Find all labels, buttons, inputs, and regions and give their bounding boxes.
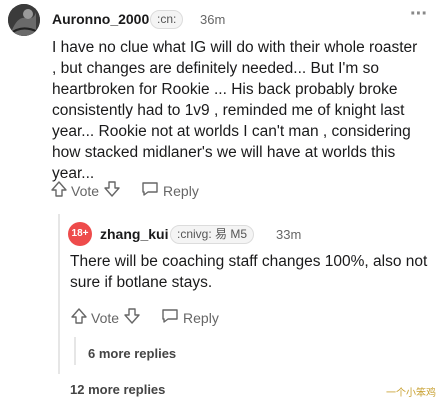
vote-label: Vote (91, 309, 120, 326)
comment-line: heartbroken for Rookie ... His back prob… (52, 81, 398, 98)
user-flair: :cn: (150, 10, 184, 29)
reply-button[interactable]: Reply (161, 308, 219, 327)
vote-label: Vote (71, 182, 100, 199)
reply-label: Reply (183, 309, 219, 326)
upvote-icon[interactable] (50, 180, 68, 201)
avatar[interactable] (8, 4, 40, 36)
upvote-icon[interactable] (70, 307, 88, 328)
comment-line: There will be coaching staff changes 100… (70, 253, 428, 270)
comment-actions: Vote Reply (70, 307, 219, 328)
reply-icon (141, 181, 159, 200)
comment-line: how stacked midlaner's we will have at w… (52, 144, 396, 161)
more-dots-icon[interactable]: ··· (410, 3, 428, 26)
comment-line: year... Rookie not at worlds I can't man… (52, 123, 411, 140)
comment-line: sure if botlane stays. (70, 274, 213, 291)
reply-icon (161, 308, 179, 327)
username[interactable]: zhang_kui (100, 226, 168, 242)
comment-line: I have no clue what IG will do with thei… (52, 39, 418, 56)
avatar[interactable]: 18+ (68, 222, 92, 246)
reply-button[interactable]: Reply (141, 181, 199, 200)
thread-line[interactable] (58, 214, 60, 374)
downvote-icon[interactable] (123, 307, 141, 328)
more-replies-link[interactable]: 12 more replies (70, 382, 165, 397)
reply-label: Reply (163, 182, 199, 199)
comment-line: , but changes are definitely needed... B… (52, 60, 379, 77)
watermark: 一个小笨鸡 (386, 388, 436, 399)
thread-line[interactable] (74, 337, 76, 365)
timestamp: 33m (276, 227, 302, 242)
downvote-icon[interactable] (103, 180, 121, 201)
comment-line: consistently had to 1v9 , reminded me of… (52, 102, 405, 119)
username[interactable]: Auronno_2000 (52, 11, 149, 27)
timestamp: 36m (200, 12, 226, 27)
comment-body: There will be coaching staff changes 100… (70, 251, 436, 293)
user-flair: :cnivg: 易 M5 (170, 225, 255, 244)
more-replies-link[interactable]: 6 more replies (88, 346, 176, 361)
comment-actions: Vote Reply (50, 180, 199, 201)
comment-body: I have no clue what IG will do with thei… (52, 37, 440, 184)
